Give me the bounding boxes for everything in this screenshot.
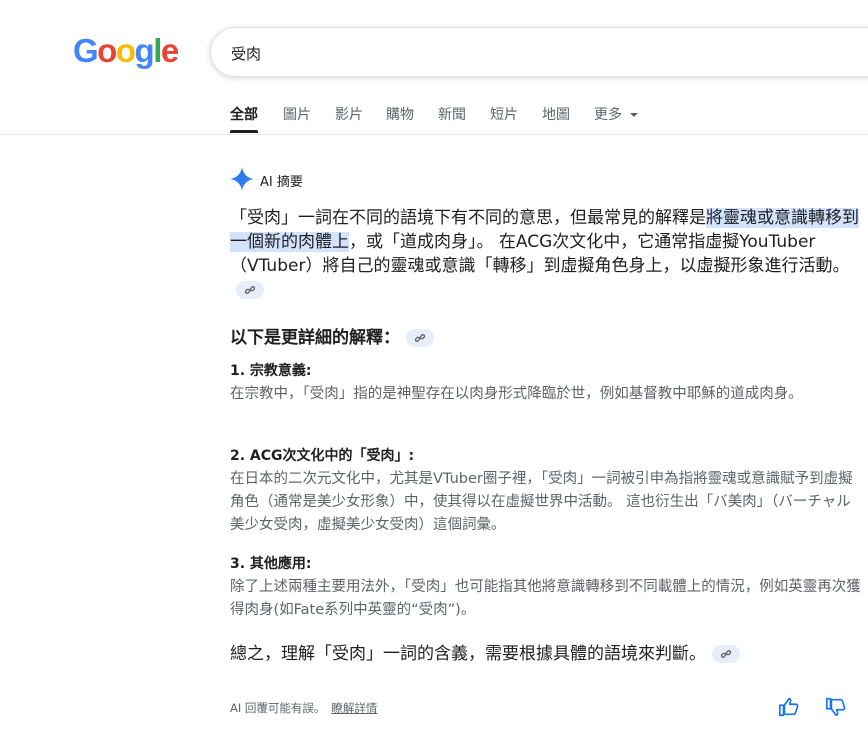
header-divider	[0, 134, 868, 135]
source-link-button[interactable]	[712, 645, 740, 663]
logo-letter: l	[153, 32, 162, 69]
search-input[interactable]: 受肉	[231, 43, 261, 64]
source-link-button[interactable]	[236, 281, 264, 299]
tab-more-label: 更多	[594, 107, 622, 123]
ai-overview-intro: 「受肉」一詞在不同的語境下有不同的意思，但最常見的解釋是將靈魂或意識轉移到一個新…	[230, 206, 865, 302]
details-heading: 以下是更詳細的解釋：	[230, 323, 434, 348]
logo-letter: G	[73, 32, 99, 69]
logo-letter: o	[115, 32, 136, 69]
tab-shopping[interactable]: 購物	[386, 104, 414, 124]
tab-images[interactable]: 圖片	[283, 104, 311, 124]
tab-all[interactable]: 全部	[230, 104, 258, 124]
tab-shorts[interactable]: 短片	[490, 104, 518, 124]
google-logo[interactable]: Google	[73, 32, 179, 69]
conclusion-text: 總之，理解「受肉」一詞的含義，需要根據具體的語境來判斷。	[230, 644, 706, 664]
item-other-body: 除了上述兩種主要用法外，「受肉」也可能指其他將意識轉移到不同載體上的情況，例如英…	[230, 579, 861, 618]
ai-overview-conclusion: 總之，理解「受肉」一詞的含義，需要根據具體的語境來判斷。	[230, 642, 865, 666]
ai-overview-title: AI 摘要	[260, 175, 303, 190]
logo-letter: g	[134, 32, 155, 69]
logo-letter: e	[160, 32, 179, 69]
item-acg-title: 2. ACG次文化中的「受肉」:	[230, 448, 415, 464]
ai-disclaimer: AI 回覆可能有誤。 瞭解詳情	[230, 700, 377, 716]
thumbs-up-icon[interactable]	[778, 696, 800, 718]
link-icon	[244, 286, 256, 294]
item-acg-body: 在日本的二次元文化中，尤其是VTuber圈子裡，「受肉」一詞被引申為指將靈魂或意…	[230, 471, 853, 533]
learn-more-link[interactable]: 瞭解詳情	[331, 701, 377, 715]
details-heading-text: 以下是更詳細的解釋：	[230, 328, 400, 348]
source-link-button[interactable]	[406, 329, 434, 347]
thumbs-down-icon[interactable]	[825, 696, 847, 718]
item-religious-body: 在宗教中，「受肉」指的是神聖存在以肉身形式降臨於世，例如基督教中耶穌的道成肉身。	[230, 386, 803, 402]
item-other-title: 3. 其他應用:	[230, 556, 312, 572]
item-religious-title: 1. 宗教意義:	[230, 363, 312, 379]
tab-more[interactable]: 更多	[594, 104, 639, 124]
disclaimer-text: AI 回覆可能有誤。	[230, 701, 326, 715]
tab-maps[interactable]: 地圖	[542, 104, 570, 124]
gemini-sparkle-icon	[230, 167, 254, 191]
link-icon	[720, 650, 732, 658]
link-icon	[414, 334, 426, 342]
active-tab-indicator	[230, 130, 258, 133]
tab-news[interactable]: 新聞	[438, 104, 466, 124]
intro-text-1: 「受肉」一詞在不同的語境下有不同的意思，但最常見的解釋是	[230, 208, 706, 228]
tab-videos[interactable]: 影片	[335, 104, 363, 124]
logo-letter: o	[97, 32, 117, 69]
search-box[interactable]: 受肉	[210, 27, 868, 77]
caret-down-icon	[630, 113, 639, 117]
